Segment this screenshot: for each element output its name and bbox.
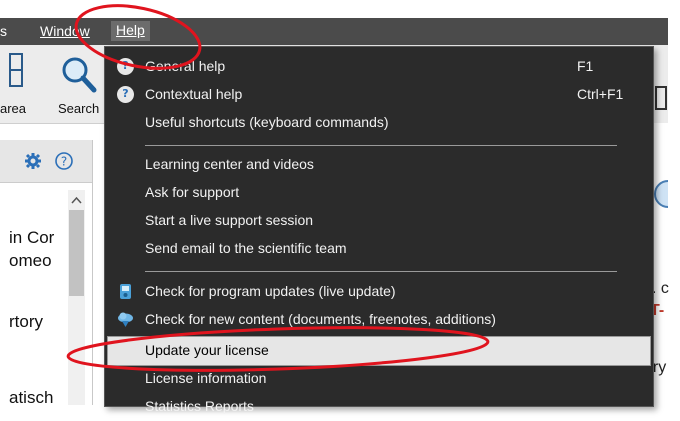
menu-item-label: Send email to the scientific team bbox=[145, 240, 347, 256]
left-panel-scrollbar[interactable] bbox=[68, 190, 85, 405]
menu-item-label: Statistics Reports bbox=[145, 398, 254, 414]
menu-live-support[interactable]: Start a live support session bbox=[105, 207, 653, 235]
help-menu-dropdown: ? General help F1 ? Contextual help Ctrl… bbox=[104, 46, 654, 414]
area-button[interactable]: area bbox=[0, 101, 26, 116]
left-panel-text-line: omeo bbox=[9, 251, 52, 270]
left-panel-text-line: atisch bbox=[9, 388, 54, 407]
menu-item-label: General help bbox=[145, 58, 226, 74]
menu-item-label: Update your license bbox=[145, 342, 269, 358]
help-circle-icon: ? bbox=[117, 86, 134, 103]
menu-learning-center[interactable]: Learning center and videos bbox=[105, 151, 653, 179]
menu-update-license[interactable]: Update your license bbox=[107, 336, 651, 366]
menu-item-shortcut: Ctrl+F1 bbox=[577, 86, 624, 102]
menu-item-tools[interactable]: s bbox=[0, 23, 7, 39]
menu-license-information[interactable]: License information bbox=[105, 365, 653, 393]
menubar: s Window Help bbox=[0, 18, 668, 45]
menu-item-help[interactable]: Help bbox=[111, 21, 150, 41]
menu-general-help[interactable]: ? General help F1 bbox=[105, 53, 653, 81]
toolbar-edge-icon bbox=[655, 86, 667, 110]
menu-item-label: License information bbox=[145, 370, 267, 386]
menu-contextual-help[interactable]: ? Contextual help Ctrl+F1 bbox=[105, 81, 653, 109]
menu-item-label: Contextual help bbox=[145, 86, 243, 102]
help-circle-icon: ? bbox=[117, 58, 134, 75]
search-icon[interactable] bbox=[60, 55, 98, 95]
menu-item-shortcut: F1 bbox=[577, 58, 594, 74]
menu-item-label: Ask for support bbox=[145, 184, 240, 200]
menu-check-new-content[interactable]: Check for new content (documents, freeno… bbox=[105, 306, 653, 334]
chevron-up-icon[interactable] bbox=[71, 196, 82, 204]
menu-separator bbox=[145, 271, 617, 272]
menu-item-label: Learning center and videos bbox=[145, 156, 314, 172]
gear-icon[interactable] bbox=[24, 152, 42, 170]
menu-useful-shortcuts[interactable]: Useful shortcuts (keyboard commands) bbox=[105, 109, 653, 137]
scrollbar-thumb[interactable] bbox=[69, 210, 84, 296]
download-cloud-icon bbox=[118, 312, 133, 327]
left-panel-header: ? bbox=[0, 140, 92, 183]
menu-statistics-reports[interactable]: Statistics Reports bbox=[105, 393, 653, 421]
menu-item-label: Useful shortcuts (keyboard commands) bbox=[145, 114, 389, 130]
menu-ask-support[interactable]: Ask for support bbox=[105, 179, 653, 207]
update-icon bbox=[120, 284, 131, 299]
menu-item-label: Start a live support session bbox=[145, 212, 314, 228]
menu-item-window[interactable]: Window bbox=[40, 23, 90, 39]
help-icon[interactable]: ? bbox=[54, 151, 74, 171]
svg-text:?: ? bbox=[61, 155, 67, 169]
area-icon bbox=[9, 53, 23, 87]
left-panel-text-line: in Cor bbox=[9, 228, 55, 247]
menu-separator bbox=[145, 145, 617, 146]
left-panel-text-line: rtory bbox=[9, 312, 43, 331]
menu-check-updates[interactable]: Check for program updates (live update) bbox=[105, 278, 653, 306]
menu-item-label: Check for program updates (live update) bbox=[145, 283, 396, 299]
search-button[interactable]: Search bbox=[58, 101, 99, 116]
menu-item-label: Check for new content (documents, freeno… bbox=[145, 311, 496, 327]
menu-send-email[interactable]: Send email to the scientific team bbox=[105, 235, 653, 263]
left-panel: ? in Cor omeo rtory atisch bbox=[0, 140, 93, 407]
